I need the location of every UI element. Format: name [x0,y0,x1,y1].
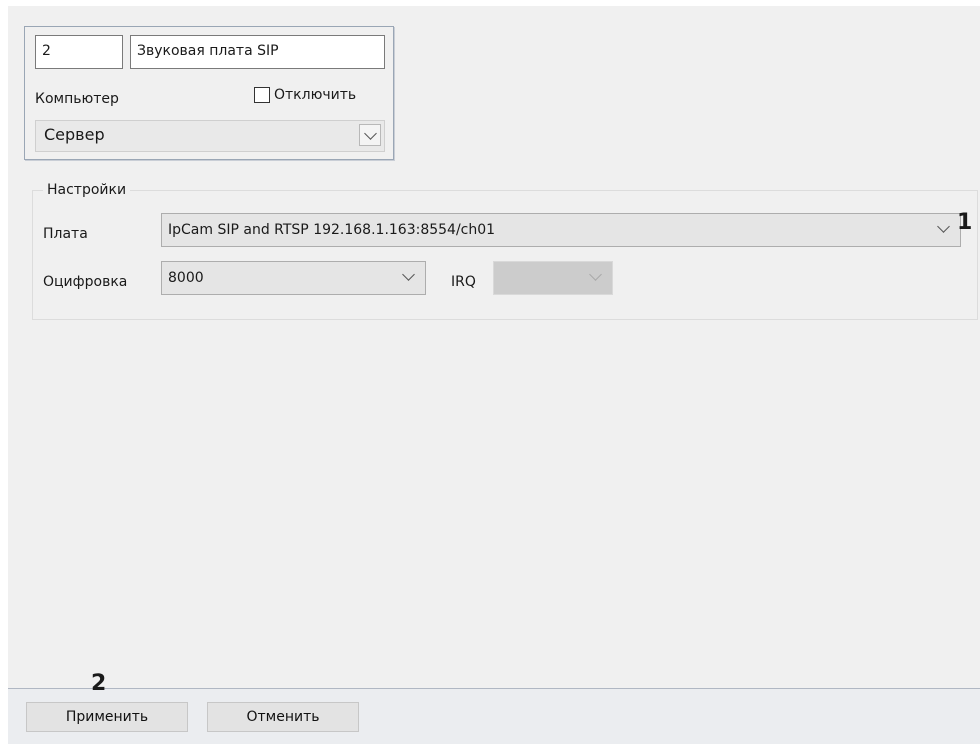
computer-select-value: Сервер [44,125,105,144]
object-name-input[interactable]: Звуковая плата SIP [130,35,385,69]
chevron-down-icon [937,220,950,233]
object-id-input[interactable]: 2 [35,35,123,69]
footer-bar: Применить Отменить [8,688,980,744]
irq-label: IRQ [451,274,476,290]
annotation-marker-2: 2 [91,671,107,696]
chevron-down-icon [364,127,377,140]
computer-select-dropdown-button[interactable] [359,124,381,146]
chevron-down-icon [402,268,415,281]
settings-group-title: Настройки [43,180,131,200]
board-label: Плата [43,226,88,242]
board-select-value: IpCam SIP and RTSP 192.168.1.163:8554/ch… [168,222,496,238]
disable-checkbox-control[interactable]: Отключить [254,86,356,104]
computer-select[interactable]: Сервер [35,120,385,152]
cancel-button[interactable]: Отменить [207,702,359,732]
board-select[interactable]: IpCam SIP and RTSP 192.168.1.163:8554/ch… [161,213,961,247]
disable-checkbox[interactable] [254,87,270,103]
object-header-box: 2 Звуковая плата SIP Компьютер Отключить… [24,26,394,160]
digitization-select-value: 8000 [168,270,204,286]
annotation-marker-1: 1 [957,210,973,235]
digitization-select[interactable]: 8000 [161,261,426,295]
chevron-down-icon [589,268,602,281]
settings-group: Настройки Плата IpCam SIP and RTSP 192.1… [32,180,978,320]
left-white-margin [0,0,8,744]
settings-panel: 2 Звуковая плата SIP Компьютер Отключить… [8,6,980,688]
digitization-label: Оцифровка [43,274,128,290]
apply-button[interactable]: Применить [26,702,188,732]
computer-label: Компьютер [35,91,119,107]
disable-label: Отключить [274,87,357,103]
footer-divider [8,688,980,689]
irq-select [493,261,613,295]
